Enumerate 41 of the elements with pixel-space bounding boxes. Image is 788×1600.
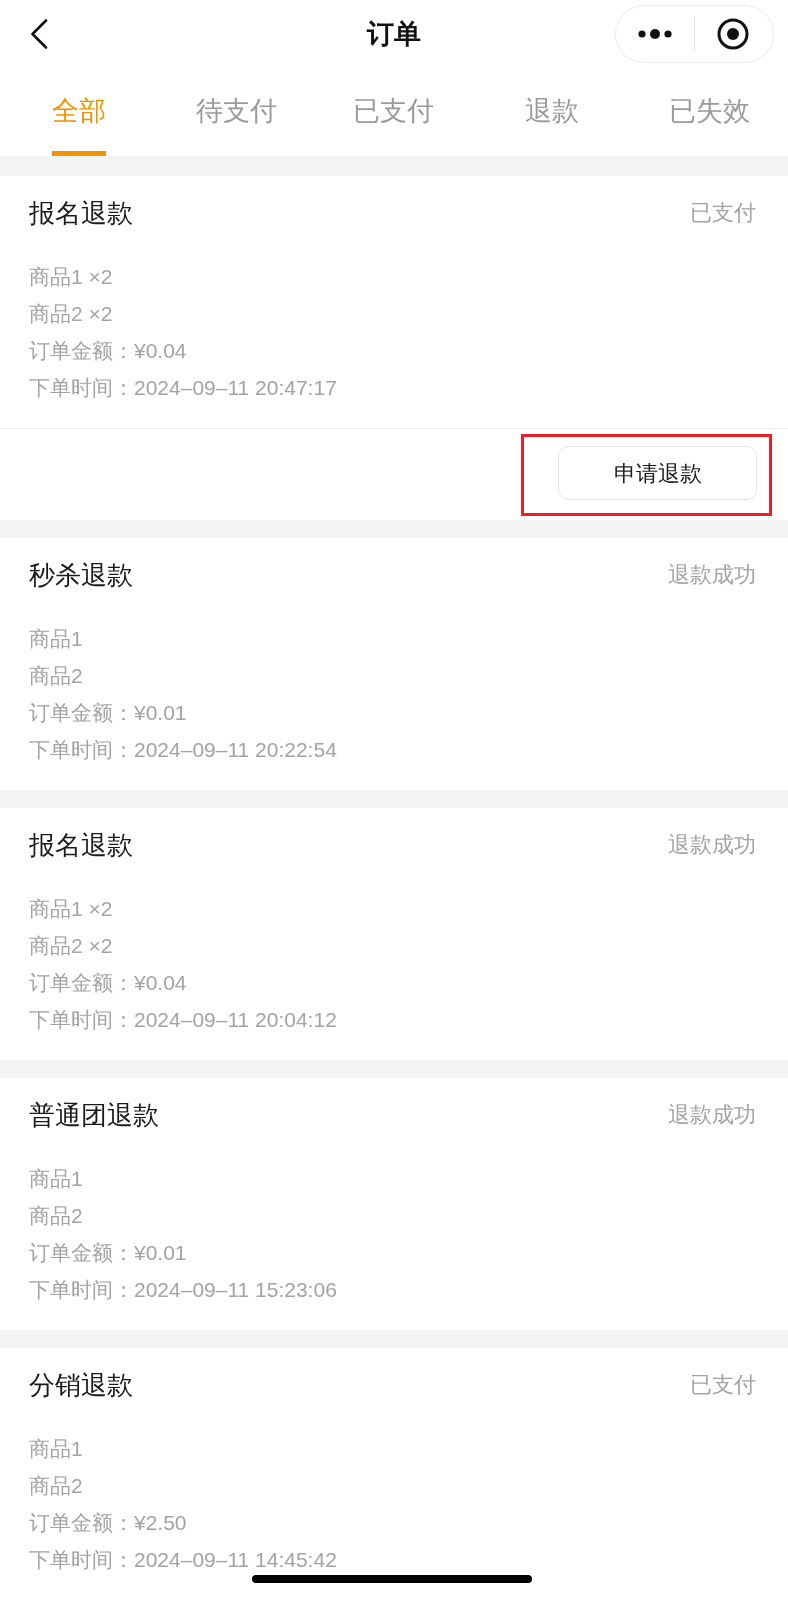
order-title: 秒杀退款 <box>29 559 133 592</box>
order-time: 下单时间：2024–09–11 20:47:17 <box>29 375 337 401</box>
order-amount: 订单金额：¥0.04 <box>29 338 187 364</box>
target-icon[interactable] <box>717 18 749 50</box>
product-line: 商品2 <box>29 663 83 689</box>
back-icon[interactable] <box>30 19 48 49</box>
order-amount: 订单金额：¥0.01 <box>29 1240 187 1266</box>
order-title: 报名退款 <box>29 829 133 862</box>
tab-underline <box>51 151 106 156</box>
order-amount: 订单金额：¥0.04 <box>29 970 187 996</box>
order-amount: 订单金额：¥2.50 <box>29 1510 187 1536</box>
more-icon[interactable] <box>638 29 672 39</box>
order-status: 退款成功 <box>668 562 756 589</box>
tab[interactable]: 已支付 <box>353 91 435 131</box>
product-line: 商品1 ×2 <box>29 264 113 290</box>
order-time: 下单时间：2024–09–11 20:04:12 <box>29 1007 337 1033</box>
tab[interactable]: 已失效 <box>668 91 750 131</box>
order-status: 退款成功 <box>668 832 756 859</box>
product-line: 商品2 ×2 <box>29 933 113 959</box>
order-amount: 订单金额：¥0.01 <box>29 700 187 726</box>
refund-button[interactable]: 申请退款 <box>558 446 757 500</box>
tab[interactable]: 待支付 <box>195 91 277 131</box>
product-line: 商品1 <box>29 1166 83 1192</box>
order-status: 已支付 <box>690 1372 756 1399</box>
order-title: 报名退款 <box>29 197 133 230</box>
order-time: 下单时间：2024–09–11 15:23:06 <box>29 1277 337 1303</box>
order-status: 已支付 <box>690 200 756 227</box>
order-time: 下单时间：2024–09–11 14:45:42 <box>29 1547 337 1573</box>
page-title: 订单 <box>367 18 421 51</box>
tab[interactable]: 全部 <box>51 91 106 131</box>
order-time: 下单时间：2024–09–11 20:22:54 <box>29 737 337 763</box>
order-title: 分销退款 <box>29 1369 133 1402</box>
product-line: 商品2 <box>29 1203 83 1229</box>
product-line: 商品1 <box>29 626 83 652</box>
tab[interactable]: 退款 <box>524 91 579 131</box>
product-line: 商品2 ×2 <box>29 301 113 327</box>
product-line: 商品1 ×2 <box>29 896 113 922</box>
product-line: 商品2 <box>29 1473 83 1499</box>
product-line: 商品1 <box>29 1436 83 1462</box>
order-status: 退款成功 <box>668 1102 756 1129</box>
order-title: 普通团退款 <box>29 1099 159 1132</box>
